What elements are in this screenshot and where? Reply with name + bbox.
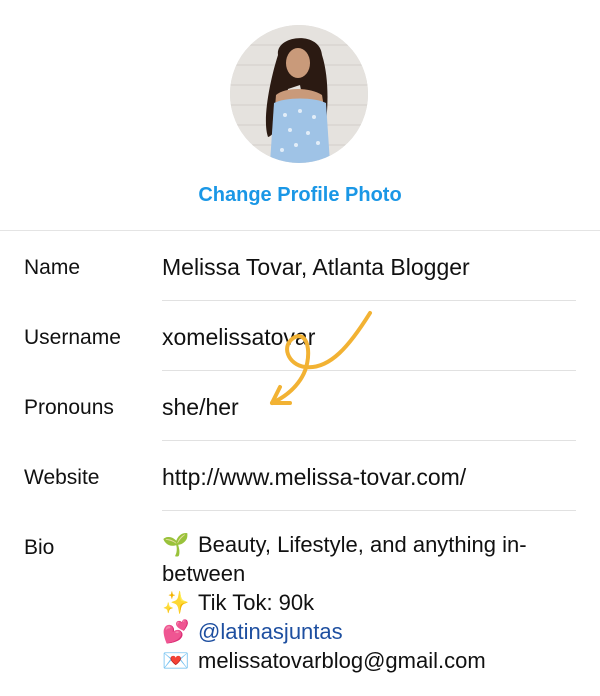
website-row: Website http://www.melissa-tovar.com/ [0, 440, 600, 511]
bio-line: between [162, 559, 572, 588]
bio-line: 🌱 Beauty, Lifestyle, and anything in- [162, 530, 572, 559]
sparkles-icon: ✨ [162, 590, 190, 615]
bio-line-text: melissatovarblog@gmail.com [198, 648, 486, 673]
bio-field[interactable]: 🌱 Beauty, Lifestyle, and anything in- bet… [162, 530, 572, 675]
name-field[interactable]: Melissa Tovar, Atlanta Blogger [162, 254, 470, 281]
website-label: Website [24, 466, 100, 489]
mention-link[interactable]: @latinasjuntas [198, 619, 343, 644]
hearts-icon: 💕 [162, 619, 190, 644]
profile-photo-section: Change Profile Photo [0, 0, 600, 231]
change-profile-photo-link[interactable]: Change Profile Photo [0, 184, 600, 207]
bio-line-text: Beauty, Lifestyle, and anything in- [198, 532, 527, 557]
website-field[interactable]: http://www.melissa-tovar.com/ [162, 464, 466, 491]
love-letter-icon: 💌 [162, 648, 190, 673]
profile-photo-image [230, 25, 368, 163]
name-label: Name [24, 256, 81, 279]
pronouns-field[interactable]: she/her [162, 394, 239, 421]
pronouns-row: Pronouns she/her [0, 370, 600, 441]
username-field[interactable]: xomelissatovar [162, 324, 315, 351]
bio-label: Bio [24, 536, 55, 559]
bio-line: ✨ Tik Tok: 90k [162, 588, 572, 617]
bio-line-text: Tik Tok: 90k [198, 590, 315, 615]
username-label: Username [24, 326, 121, 349]
avatar[interactable] [230, 25, 368, 163]
seedling-icon: 🌱 [162, 532, 190, 557]
pronouns-label: Pronouns [24, 396, 114, 419]
bio-line: 💕 @latinasjuntas [162, 617, 572, 646]
bio-line-text: between [162, 561, 246, 586]
bio-line: 💌 melissatovarblog@gmail.com [162, 646, 572, 675]
name-row: Name Melissa Tovar, Atlanta Blogger [0, 230, 600, 301]
username-row: Username xomelissatovar [0, 300, 600, 371]
